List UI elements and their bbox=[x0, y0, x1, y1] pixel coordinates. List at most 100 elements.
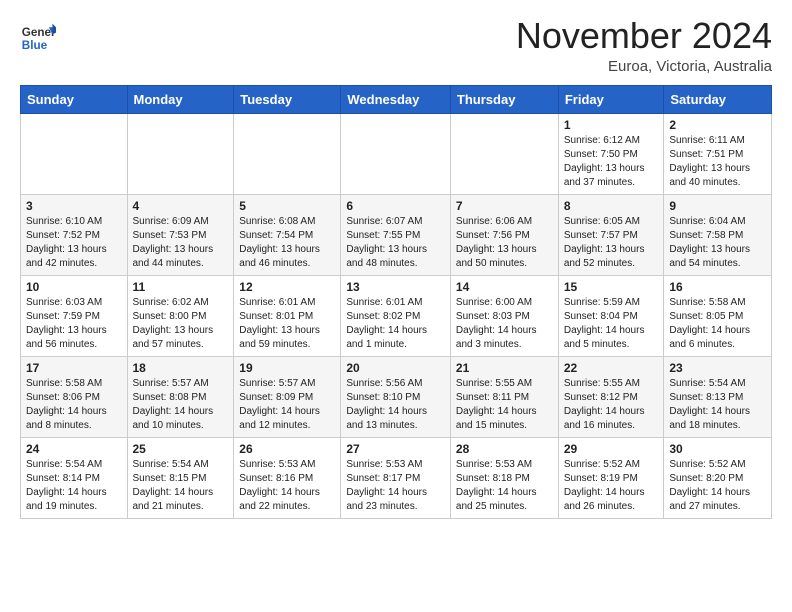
calendar-cell: 20Sunrise: 5:56 AM Sunset: 8:10 PM Dayli… bbox=[341, 356, 451, 437]
calendar-cell: 10 Sunrise: 6:03 AM Sunset: 7:59 PM Dayli… bbox=[21, 275, 128, 356]
day-info: Sunrise: 5:52 AM Sunset: 8:19 PM Dayligh… bbox=[564, 458, 659, 514]
day-info: Sunrise: 5:58 AM Sunset: 8:06 PM Dayligh… bbox=[26, 377, 122, 433]
day-number: 1 bbox=[564, 118, 659, 132]
day-info: Sunrise: 6:05 AM Sunset: 7:57 PM Dayligh… bbox=[564, 215, 659, 271]
location: Euroa, Victoria, Australia bbox=[516, 58, 772, 75]
calendar-cell bbox=[341, 113, 451, 194]
day-info: Sunrise: 6:07 AM Sunset: 7:55 PM Dayligh… bbox=[346, 215, 445, 271]
page: General Blue November 2024 Euroa, Victor… bbox=[0, 0, 792, 535]
week-row-5: 24 Sunrise: 5:54 AM Sunset: 8:14 PM Dayli… bbox=[21, 437, 772, 518]
logo: General Blue bbox=[20, 20, 56, 56]
calendar-cell: 4 Sunrise: 6:09 AM Sunset: 7:53 PM Daylig… bbox=[127, 194, 234, 275]
day-number: 9 bbox=[669, 199, 766, 213]
weekday-wednesday: Wednesday bbox=[341, 85, 451, 113]
weekday-thursday: Thursday bbox=[450, 85, 558, 113]
day-number: 22 bbox=[564, 361, 659, 375]
day-number: 11 bbox=[133, 280, 229, 294]
day-number: 29 bbox=[564, 442, 659, 456]
day-info: Sunrise: 5:54 AM Sunset: 8:15 PM Dayligh… bbox=[133, 458, 229, 514]
calendar-cell: 11 Sunrise: 6:02 AM Sunset: 8:00 PM Dayli… bbox=[127, 275, 234, 356]
calendar-cell: 9Sunrise: 6:04 AM Sunset: 7:58 PM Daylig… bbox=[664, 194, 772, 275]
calendar-cell: 7 Sunrise: 6:06 AM Sunset: 7:56 PM Daylig… bbox=[450, 194, 558, 275]
day-number: 6 bbox=[346, 199, 445, 213]
weekday-sunday: Sunday bbox=[21, 85, 128, 113]
day-info: Sunrise: 6:10 AM Sunset: 7:52 PM Dayligh… bbox=[26, 215, 122, 271]
day-number: 7 bbox=[456, 199, 553, 213]
week-row-1: 1 Sunrise: 6:12 AM Sunset: 7:50 PM Daylig… bbox=[21, 113, 772, 194]
calendar-cell: 5Sunrise: 6:08 AM Sunset: 7:54 PM Daylig… bbox=[234, 194, 341, 275]
day-info: Sunrise: 6:03 AM Sunset: 7:59 PM Dayligh… bbox=[26, 296, 122, 352]
week-row-3: 10 Sunrise: 6:03 AM Sunset: 7:59 PM Dayli… bbox=[21, 275, 772, 356]
calendar-cell: 13Sunrise: 6:01 AM Sunset: 8:02 PM Dayli… bbox=[341, 275, 451, 356]
month-title: November 2024 bbox=[516, 16, 772, 56]
day-number: 14 bbox=[456, 280, 553, 294]
day-info: Sunrise: 6:06 AM Sunset: 7:56 PM Dayligh… bbox=[456, 215, 553, 271]
day-number: 8 bbox=[564, 199, 659, 213]
calendar-cell bbox=[21, 113, 128, 194]
day-number: 24 bbox=[26, 442, 122, 456]
calendar-cell: 30 Sunrise: 5:52 AM Sunset: 8:20 PM Dayli… bbox=[664, 437, 772, 518]
day-number: 17 bbox=[26, 361, 122, 375]
calendar-cell: 12Sunrise: 6:01 AM Sunset: 8:01 PM Dayli… bbox=[234, 275, 341, 356]
calendar-cell: 29 Sunrise: 5:52 AM Sunset: 8:19 PM Dayli… bbox=[558, 437, 664, 518]
day-info: Sunrise: 5:53 AM Sunset: 8:18 PM Dayligh… bbox=[456, 458, 553, 514]
day-info: Sunrise: 6:09 AM Sunset: 7:53 PM Dayligh… bbox=[133, 215, 229, 271]
day-number: 12 bbox=[239, 280, 335, 294]
day-number: 28 bbox=[456, 442, 553, 456]
day-number: 19 bbox=[239, 361, 335, 375]
weekday-saturday: Saturday bbox=[664, 85, 772, 113]
calendar-cell: 27 Sunrise: 5:53 AM Sunset: 8:17 PM Dayli… bbox=[341, 437, 451, 518]
weekday-monday: Monday bbox=[127, 85, 234, 113]
day-info: Sunrise: 6:02 AM Sunset: 8:00 PM Dayligh… bbox=[133, 296, 229, 352]
week-row-4: 17 Sunrise: 5:58 AM Sunset: 8:06 PM Dayli… bbox=[21, 356, 772, 437]
title-block: November 2024 Euroa, Victoria, Australia bbox=[516, 16, 772, 75]
day-number: 26 bbox=[239, 442, 335, 456]
day-info: Sunrise: 5:55 AM Sunset: 8:11 PM Dayligh… bbox=[456, 377, 553, 433]
day-number: 16 bbox=[669, 280, 766, 294]
day-info: Sunrise: 6:12 AM Sunset: 7:50 PM Dayligh… bbox=[564, 134, 659, 190]
day-info: Sunrise: 5:54 AM Sunset: 8:14 PM Dayligh… bbox=[26, 458, 122, 514]
day-info: Sunrise: 5:53 AM Sunset: 8:17 PM Dayligh… bbox=[346, 458, 445, 514]
day-info: Sunrise: 5:56 AM Sunset: 8:10 PM Dayligh… bbox=[346, 377, 445, 433]
calendar-cell: 17 Sunrise: 5:58 AM Sunset: 8:06 PM Dayli… bbox=[21, 356, 128, 437]
calendar-cell: 18 Sunrise: 5:57 AM Sunset: 8:08 PM Dayli… bbox=[127, 356, 234, 437]
calendar-cell bbox=[234, 113, 341, 194]
day-number: 13 bbox=[346, 280, 445, 294]
calendar-cell: 23Sunrise: 5:54 AM Sunset: 8:13 PM Dayli… bbox=[664, 356, 772, 437]
day-number: 3 bbox=[26, 199, 122, 213]
day-number: 18 bbox=[133, 361, 229, 375]
calendar-cell: 24 Sunrise: 5:54 AM Sunset: 8:14 PM Dayli… bbox=[21, 437, 128, 518]
calendar-cell: 1 Sunrise: 6:12 AM Sunset: 7:50 PM Daylig… bbox=[558, 113, 664, 194]
calendar-cell: 3 Sunrise: 6:10 AM Sunset: 7:52 PM Daylig… bbox=[21, 194, 128, 275]
calendar-cell: 25Sunrise: 5:54 AM Sunset: 8:15 PM Dayli… bbox=[127, 437, 234, 518]
day-number: 4 bbox=[133, 199, 229, 213]
calendar-cell: 8 Sunrise: 6:05 AM Sunset: 7:57 PM Daylig… bbox=[558, 194, 664, 275]
day-info: Sunrise: 5:53 AM Sunset: 8:16 PM Dayligh… bbox=[239, 458, 335, 514]
day-info: Sunrise: 6:08 AM Sunset: 7:54 PM Dayligh… bbox=[239, 215, 335, 271]
calendar-cell: 21 Sunrise: 5:55 AM Sunset: 8:11 PM Dayli… bbox=[450, 356, 558, 437]
calendar-cell: 15Sunrise: 5:59 AM Sunset: 8:04 PM Dayli… bbox=[558, 275, 664, 356]
day-info: Sunrise: 5:59 AM Sunset: 8:04 PM Dayligh… bbox=[564, 296, 659, 352]
calendar-cell: 19Sunrise: 5:57 AM Sunset: 8:09 PM Dayli… bbox=[234, 356, 341, 437]
calendar-cell: 28 Sunrise: 5:53 AM Sunset: 8:18 PM Dayli… bbox=[450, 437, 558, 518]
day-number: 27 bbox=[346, 442, 445, 456]
week-row-2: 3 Sunrise: 6:10 AM Sunset: 7:52 PM Daylig… bbox=[21, 194, 772, 275]
calendar-cell: 6 Sunrise: 6:07 AM Sunset: 7:55 PM Daylig… bbox=[341, 194, 451, 275]
calendar-cell: 16 Sunrise: 5:58 AM Sunset: 8:05 PM Dayli… bbox=[664, 275, 772, 356]
header: General Blue November 2024 Euroa, Victor… bbox=[20, 16, 772, 75]
calendar-cell bbox=[450, 113, 558, 194]
weekday-friday: Friday bbox=[558, 85, 664, 113]
day-info: Sunrise: 6:11 AM Sunset: 7:51 PM Dayligh… bbox=[669, 134, 766, 190]
day-info: Sunrise: 5:58 AM Sunset: 8:05 PM Dayligh… bbox=[669, 296, 766, 352]
day-info: Sunrise: 5:57 AM Sunset: 8:08 PM Dayligh… bbox=[133, 377, 229, 433]
day-number: 2 bbox=[669, 118, 766, 132]
day-info: Sunrise: 5:52 AM Sunset: 8:20 PM Dayligh… bbox=[669, 458, 766, 514]
day-info: Sunrise: 5:55 AM Sunset: 8:12 PM Dayligh… bbox=[564, 377, 659, 433]
day-number: 10 bbox=[26, 280, 122, 294]
calendar-cell bbox=[127, 113, 234, 194]
svg-text:Blue: Blue bbox=[22, 39, 48, 52]
day-number: 23 bbox=[669, 361, 766, 375]
day-number: 21 bbox=[456, 361, 553, 375]
day-number: 30 bbox=[669, 442, 766, 456]
weekday-header-row: SundayMondayTuesdayWednesdayThursdayFrid… bbox=[21, 85, 772, 113]
